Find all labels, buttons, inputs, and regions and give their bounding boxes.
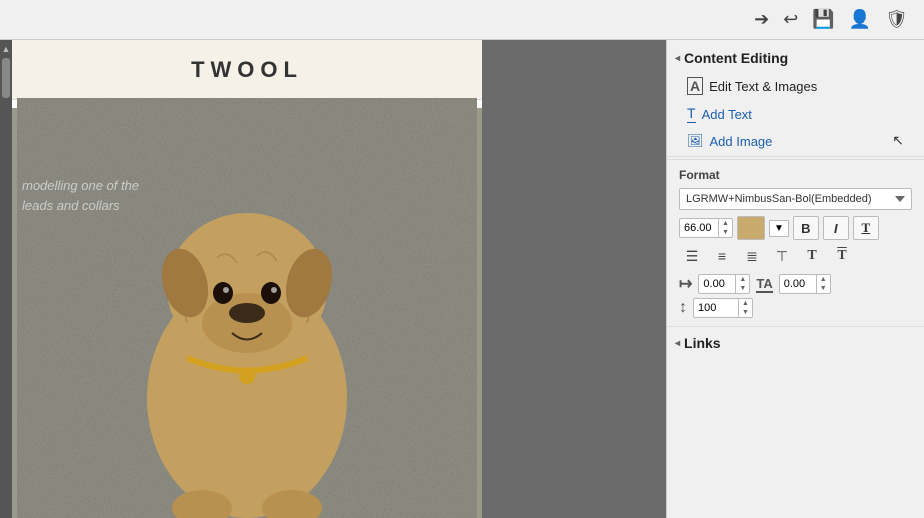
font-size-down[interactable]: ▼ xyxy=(719,228,732,237)
italic-button[interactable]: I xyxy=(823,216,849,240)
align-row: ☰ ≡ ≣ ⊤ T T xyxy=(679,244,912,268)
main-area: ▲ TWOOL xyxy=(0,40,924,518)
font-select[interactable]: LGRMW+NimbusSan-Bol(Embedded) xyxy=(679,188,912,210)
edit-text-images-item[interactable]: A Edit Text & Images xyxy=(667,72,924,100)
pdf-dog-area: modelling one of the leads and collars xyxy=(12,108,482,518)
underline-button[interactable]: T xyxy=(853,216,879,240)
pdf-text-overlay: modelling one of the leads and collars xyxy=(22,176,139,215)
scale-down[interactable]: ▼ xyxy=(739,308,752,317)
char-spacing-icon: ↦ xyxy=(679,274,692,294)
security-icon[interactable]: 🛡 xyxy=(885,9,908,30)
format-label: Format xyxy=(679,168,912,182)
forward-icon[interactable]: ➔ xyxy=(754,9,769,30)
font-size-input[interactable] xyxy=(680,219,718,237)
links-collapse-icon: ◂ xyxy=(675,338,680,349)
align-right-button[interactable]: ≣ xyxy=(739,244,765,268)
word-spacing-icon: TA xyxy=(756,276,772,293)
char-spacing-down[interactable]: ▼ xyxy=(736,284,749,293)
add-image-icon: 🖼 xyxy=(687,133,704,149)
word-spacing-down[interactable]: ▼ xyxy=(817,284,830,293)
font-select-wrap: LGRMW+NimbusSan-Bol(Embedded) xyxy=(679,188,912,210)
scale-input-wrap: ▲ ▼ xyxy=(693,298,753,318)
right-panel: ◂ Content Editing A Edit Text & Images T… xyxy=(666,40,924,518)
links-label: Links xyxy=(684,335,721,351)
divider-1 xyxy=(667,156,924,157)
add-image-item[interactable]: 🖼 Add Image ↖ xyxy=(667,128,924,154)
pdf-viewer: ▲ TWOOL xyxy=(0,40,666,518)
edit-text-icon: A xyxy=(687,77,703,95)
align-justify-button[interactable]: ⊤ xyxy=(769,244,795,268)
align-bottom-button[interactable]: T xyxy=(829,244,855,268)
top-toolbar: ➔ ↩ 💾 👤 🛡 xyxy=(0,0,924,40)
dog-image xyxy=(17,98,477,518)
word-spacing-input[interactable] xyxy=(780,275,816,293)
back-icon[interactable]: ↩ xyxy=(783,9,798,30)
pdf-page: TWOOL xyxy=(12,40,482,518)
font-size-row: ▲ ▼ ▼ B I T xyxy=(679,216,912,240)
word-spacing-spinner: ▲ ▼ xyxy=(816,275,830,293)
align-left-button[interactable]: ☰ xyxy=(679,244,705,268)
word-spacing-up[interactable]: ▲ xyxy=(817,275,830,284)
scale-row: ↕ ▲ ▼ xyxy=(679,298,912,318)
format-section: Format LGRMW+NimbusSan-Bol(Embedded) ▲ ▼… xyxy=(667,159,924,326)
scale-up[interactable]: ▲ xyxy=(739,299,752,308)
font-color-swatch[interactable] xyxy=(737,216,765,240)
font-size-input-wrap: ▲ ▼ xyxy=(679,218,733,238)
char-spacing-spinner: ▲ ▼ xyxy=(735,275,749,293)
scroll-left[interactable]: ▲ xyxy=(0,40,12,518)
content-editing-header: ◂ Content Editing xyxy=(667,40,924,72)
cursor-icon: ↖ xyxy=(892,132,904,149)
scale-spinner: ▲ ▼ xyxy=(738,299,752,317)
add-text-label: Add Text xyxy=(702,107,752,122)
links-section[interactable]: ◂ Links xyxy=(667,326,924,359)
word-spacing-wrap: ▲ ▼ xyxy=(779,274,831,294)
user-icon[interactable]: 👤 xyxy=(849,9,871,30)
align-top-button[interactable]: T xyxy=(799,244,825,268)
add-text-icon: T xyxy=(687,105,696,123)
pdf-brand: TWOOL xyxy=(191,57,303,83)
font-size-up[interactable]: ▲ xyxy=(719,219,732,228)
color-dropdown-btn[interactable]: ▼ xyxy=(769,220,789,237)
collapse-arrow-icon[interactable]: ◂ xyxy=(675,53,680,64)
add-image-label: Add Image xyxy=(710,134,773,149)
char-spacing-row: ↦ ▲ ▼ TA ▲ ▼ xyxy=(679,274,912,294)
char-spacing-up[interactable]: ▲ xyxy=(736,275,749,284)
scale-icon: ↕ xyxy=(679,299,687,317)
bold-button[interactable]: B xyxy=(793,216,819,240)
scale-input[interactable] xyxy=(694,299,738,317)
save-icon[interactable]: 💾 xyxy=(812,9,834,30)
char-spacing-wrap: ▲ ▼ xyxy=(698,274,750,294)
char-spacing-input[interactable] xyxy=(699,275,735,293)
pdf-header: TWOOL xyxy=(12,40,482,100)
font-size-spinner: ▲ ▼ xyxy=(718,219,732,237)
panel-section-title: Content Editing xyxy=(684,50,788,66)
edit-text-images-label: Edit Text & Images xyxy=(709,79,817,94)
align-center-button[interactable]: ≡ xyxy=(709,244,735,268)
add-text-item[interactable]: T Add Text xyxy=(667,100,924,128)
